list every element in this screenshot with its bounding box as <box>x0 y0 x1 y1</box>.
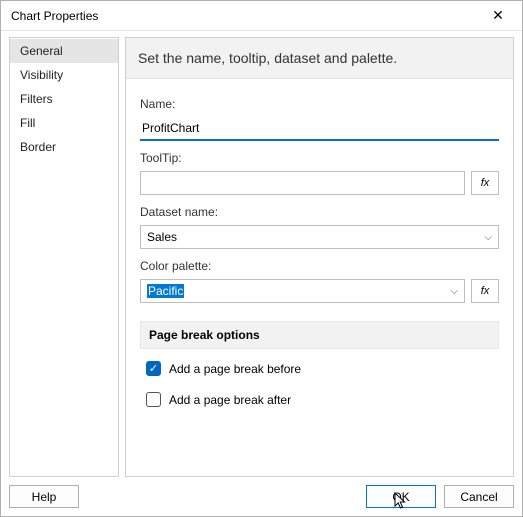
dataset-value: Sales <box>147 230 177 244</box>
close-icon[interactable]: ✕ <box>482 1 514 30</box>
form: Name: ToolTip: fx Dataset name: Sales ⌵ … <box>126 79 513 421</box>
sidebar-item-filters[interactable]: Filters <box>10 87 118 111</box>
titlebar: Chart Properties ✕ <box>1 1 522 31</box>
cancel-button[interactable]: Cancel <box>444 485 514 508</box>
chevron-down-icon: ⌵ <box>450 286 458 297</box>
checkbox-before-label: Add a page break before <box>169 362 301 376</box>
sidebar-item-visibility[interactable]: Visibility <box>10 63 118 87</box>
name-input[interactable] <box>140 117 499 141</box>
ok-button[interactable]: OK <box>366 485 436 508</box>
palette-fx-button[interactable]: fx <box>471 279 499 303</box>
tooltip-input[interactable] <box>140 171 465 195</box>
checkbox-before[interactable]: ✓ <box>146 361 161 376</box>
name-label: Name: <box>140 97 499 111</box>
main-panel: Set the name, tooltip, dataset and palet… <box>125 37 514 477</box>
dataset-label: Dataset name: <box>140 205 499 219</box>
checkbox-after[interactable] <box>146 392 161 407</box>
palette-select[interactable]: Pacific ⌵ <box>140 279 465 303</box>
sidebar-item-fill[interactable]: Fill <box>10 111 118 135</box>
checkbox-row-before[interactable]: ✓ Add a page break before <box>140 357 499 380</box>
dataset-select[interactable]: Sales ⌵ <box>140 225 499 249</box>
page-break-header: Page break options <box>140 321 499 349</box>
palette-value: Pacific <box>147 284 184 298</box>
tooltip-label: ToolTip: <box>140 151 499 165</box>
window-title: Chart Properties <box>11 9 98 23</box>
tooltip-fx-button[interactable]: fx <box>471 171 499 195</box>
sidebar-item-border[interactable]: Border <box>10 135 118 159</box>
content: General Visibility Filters Fill Border S… <box>1 31 522 477</box>
sidebar-item-general[interactable]: General <box>10 39 118 63</box>
checkbox-after-label: Add a page break after <box>169 393 291 407</box>
sidebar: General Visibility Filters Fill Border <box>9 37 119 477</box>
help-button[interactable]: Help <box>9 485 79 508</box>
footer: Help OK Cancel <box>1 477 522 516</box>
panel-instruction: Set the name, tooltip, dataset and palet… <box>126 38 513 79</box>
palette-label: Color palette: <box>140 259 499 273</box>
checkbox-row-after[interactable]: Add a page break after <box>140 388 499 411</box>
chevron-down-icon: ⌵ <box>484 232 492 243</box>
